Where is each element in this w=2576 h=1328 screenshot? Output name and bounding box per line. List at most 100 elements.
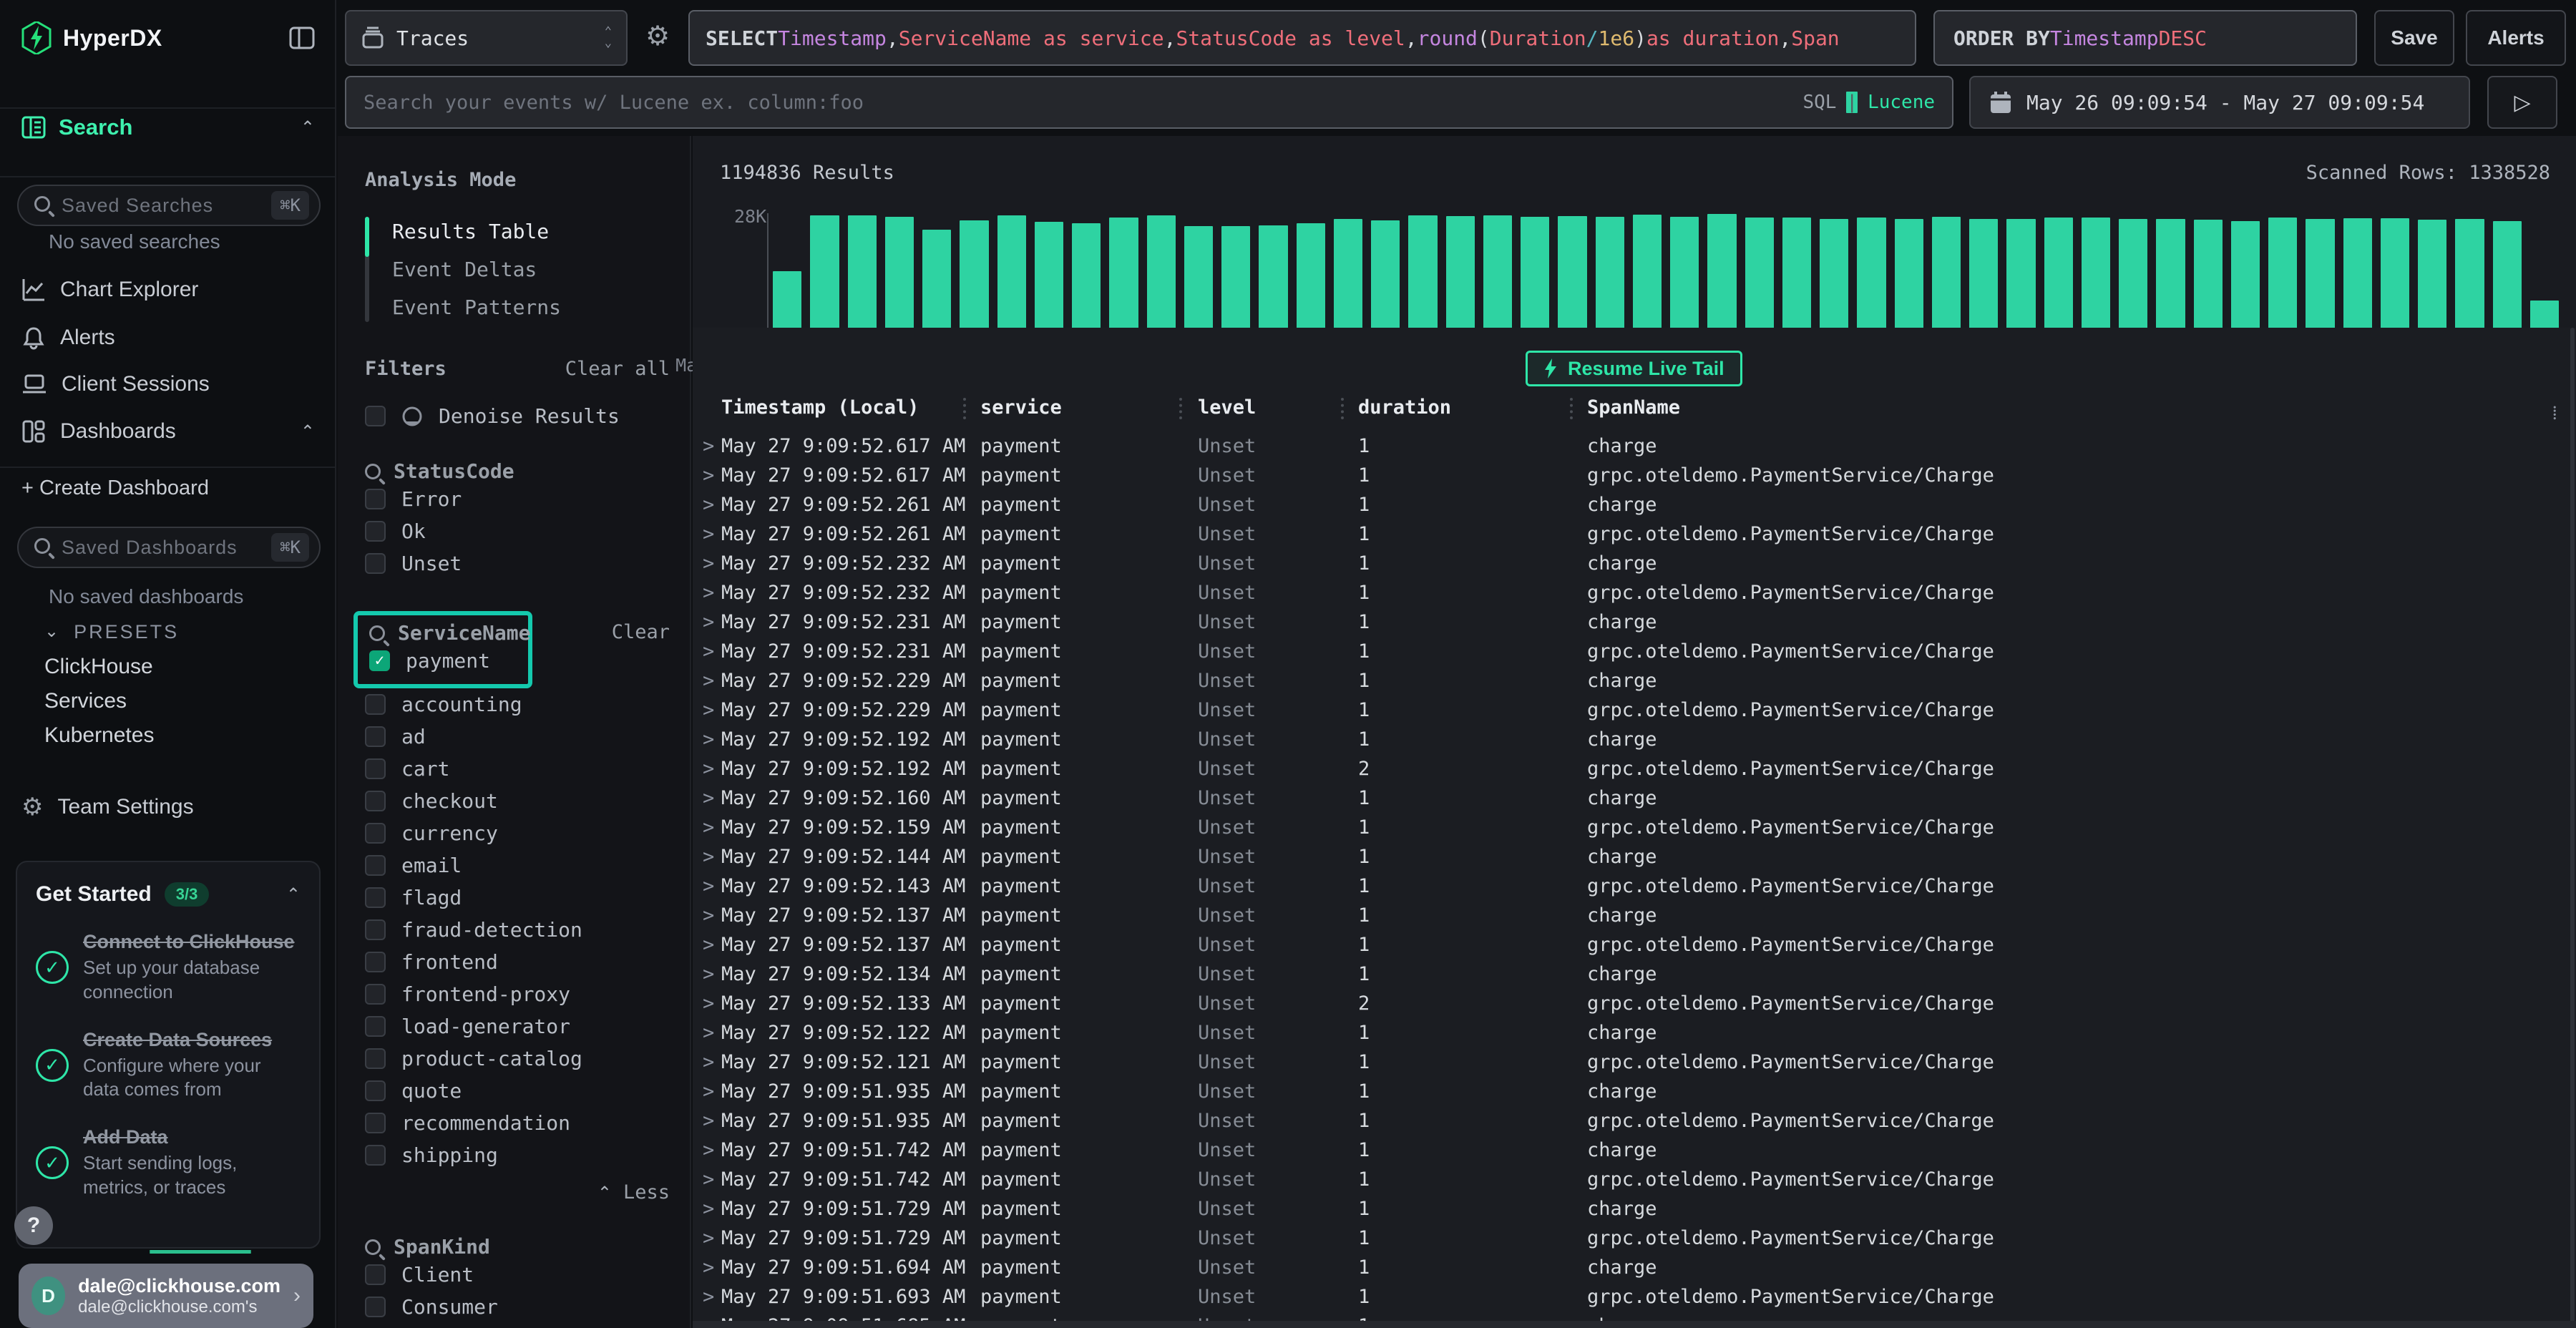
expand-row-icon[interactable]: >: [703, 552, 714, 575]
expand-row-icon[interactable]: >: [703, 1168, 714, 1191]
table-row[interactable]: >May 27 9:09:52.144 AMpaymentUnset1charg…: [693, 846, 2576, 875]
histogram-bar[interactable]: [2194, 220, 2223, 343]
checkbox[interactable]: [365, 521, 386, 542]
table-row[interactable]: >May 27 9:09:52.159 AMpaymentUnset1grpc.…: [693, 816, 2576, 846]
expand-row-icon[interactable]: >: [703, 1227, 714, 1249]
table-row[interactable]: >May 27 9:09:52.192 AMpaymentUnset1charg…: [693, 728, 2576, 758]
histogram-bar[interactable]: [2231, 221, 2260, 343]
checkbox[interactable]: [365, 984, 386, 1005]
lang-toggle-sql[interactable]: SQL: [1802, 92, 1836, 113]
checkbox[interactable]: [365, 758, 386, 779]
histogram-bar[interactable]: [2082, 218, 2110, 343]
checkbox[interactable]: [365, 553, 386, 574]
table-row[interactable]: >May 27 9:09:51.935 AMpaymentUnset1grpc.…: [693, 1110, 2576, 1139]
run-query-button[interactable]: ▷: [2487, 76, 2557, 129]
filter-item-ok[interactable]: Ok: [365, 515, 670, 547]
table-row[interactable]: >May 27 9:09:52.229 AMpaymentUnset1grpc.…: [693, 699, 2576, 728]
table-row[interactable]: >May 27 9:09:51.685 AMpaymentUnset1charg…: [693, 1315, 2576, 1321]
expand-row-icon[interactable]: >: [703, 992, 714, 1015]
histogram-bar[interactable]: [2268, 218, 2297, 343]
table-row[interactable]: >May 27 9:09:51.693 AMpaymentUnset1grpc.…: [693, 1286, 2576, 1315]
expand-row-icon[interactable]: >: [703, 1286, 714, 1308]
sql-select-input[interactable]: SELECT Timestamp, ServiceName as service…: [688, 10, 1916, 66]
checkbox[interactable]: [365, 919, 386, 940]
histogram-bar[interactable]: [848, 215, 877, 343]
lucene-search-input[interactable]: Search your events w/ Lucene ex. column:…: [345, 76, 1953, 129]
checkbox[interactable]: [365, 823, 386, 844]
expand-row-icon[interactable]: >: [703, 934, 714, 956]
checkbox[interactable]: [365, 791, 386, 811]
filter-group-header[interactable]: StatusCode: [365, 459, 670, 483]
table-row[interactable]: >May 27 9:09:51.935 AMpaymentUnset1charg…: [693, 1080, 2576, 1110]
presets-toggle[interactable]: ⌄ PRESETS: [44, 621, 179, 643]
expand-row-icon[interactable]: >: [703, 640, 714, 663]
sidebar-item-dashboards[interactable]: Dashboards ⌃: [21, 419, 315, 444]
resume-live-tail-button[interactable]: Resume Live Tail: [1526, 351, 1742, 386]
histogram-bar[interactable]: [960, 220, 988, 343]
histogram-bar[interactable]: [1932, 217, 1961, 343]
filter-item-internal[interactable]: Internal: [365, 1323, 670, 1328]
histogram-bar[interactable]: [1035, 222, 1063, 343]
checkbox[interactable]: [365, 1016, 386, 1037]
checkbox[interactable]: [365, 1264, 386, 1285]
histogram-bar[interactable]: [2306, 219, 2334, 343]
histogram-bar[interactable]: [2119, 219, 2147, 343]
sidebar-preset-kubernetes[interactable]: Kubernetes: [44, 723, 154, 748]
filter-group-header[interactable]: SpanKind: [365, 1235, 670, 1259]
horizontal-scrollbar[interactable]: [693, 1321, 2576, 1328]
expand-row-icon[interactable]: >: [703, 670, 714, 692]
expand-row-icon[interactable]: >: [703, 1110, 714, 1132]
histogram-bar[interactable]: [1072, 223, 1101, 343]
table-row[interactable]: >May 27 9:09:51.742 AMpaymentUnset1grpc.…: [693, 1168, 2576, 1198]
expand-row-icon[interactable]: >: [703, 1080, 714, 1103]
sidebar-item-alerts[interactable]: Alerts: [21, 326, 315, 350]
table-row[interactable]: >May 27 9:09:52.231 AMpaymentUnset1grpc.…: [693, 640, 2576, 670]
table-row[interactable]: >May 27 9:09:52.617 AMpaymentUnset1charg…: [693, 435, 2576, 464]
checkbox[interactable]: [365, 887, 386, 908]
filter-item-product-catalog[interactable]: product-catalog: [365, 1043, 670, 1075]
table-row[interactable]: >May 27 9:09:51.729 AMpaymentUnset1grpc.…: [693, 1227, 2576, 1256]
column-header-duration[interactable]: duration: [1358, 396, 1451, 419]
expand-row-icon[interactable]: >: [703, 875, 714, 897]
column-menu-icon[interactable]: ⁞: [2552, 402, 2557, 424]
histogram-bar[interactable]: [1334, 219, 1362, 343]
column-header-spanname[interactable]: SpanName: [1587, 396, 1680, 419]
expand-row-icon[interactable]: >: [703, 435, 714, 457]
histogram-bar[interactable]: [1820, 219, 1848, 343]
histogram-bar[interactable]: [2156, 219, 2185, 343]
date-range-picker[interactable]: May 26 09:09:54 - May 27 09:09:54: [1969, 76, 2470, 129]
tab-event-deltas[interactable]: Event Deltas: [365, 250, 670, 288]
expand-row-icon[interactable]: >: [703, 1315, 714, 1321]
checkbox[interactable]: [365, 406, 386, 426]
filter-item-load-generator[interactable]: load-generator: [365, 1010, 670, 1043]
expand-row-icon[interactable]: >: [703, 1198, 714, 1220]
filter-item-client[interactable]: Client: [365, 1259, 670, 1291]
checkbox[interactable]: ✓: [369, 650, 390, 671]
expand-row-icon[interactable]: >: [703, 963, 714, 985]
filter-item-flagd[interactable]: flagd: [365, 882, 670, 914]
checkbox[interactable]: [365, 952, 386, 972]
histogram-bar[interactable]: [1483, 215, 1512, 343]
saved-searches-input[interactable]: Saved Searches ⌘K: [17, 185, 321, 226]
expand-row-icon[interactable]: >: [703, 1256, 714, 1279]
checkbox[interactable]: [365, 1145, 386, 1166]
table-row[interactable]: >May 27 9:09:52.133 AMpaymentUnset2grpc.…: [693, 992, 2576, 1022]
filter-item-quote[interactable]: quote: [365, 1075, 670, 1107]
clear-all-filters-button[interactable]: Clear all: [565, 358, 670, 380]
lang-toggle-lucene[interactable]: Lucene: [1868, 92, 1935, 113]
sidebar-section-search[interactable]: Search ⌃: [21, 114, 315, 140]
create-dashboard-button[interactable]: + Create Dashboard: [21, 477, 315, 500]
checkbox[interactable]: [365, 1297, 386, 1317]
histogram-bar[interactable]: [885, 217, 914, 343]
clear-filter-button[interactable]: Clear: [612, 621, 670, 643]
checkbox[interactable]: [365, 694, 386, 715]
filter-item-recommendation[interactable]: recommendation: [365, 1107, 670, 1139]
checkbox[interactable]: [365, 1080, 386, 1101]
histogram-bar[interactable]: [1184, 226, 1213, 343]
filter-item-accounting[interactable]: accounting: [365, 688, 670, 721]
column-header-level[interactable]: level: [1198, 396, 1256, 419]
checkbox[interactable]: [365, 1113, 386, 1133]
save-button[interactable]: Save: [2374, 10, 2454, 66]
histogram-bar[interactable]: [922, 230, 951, 343]
checkbox[interactable]: [365, 1048, 386, 1069]
